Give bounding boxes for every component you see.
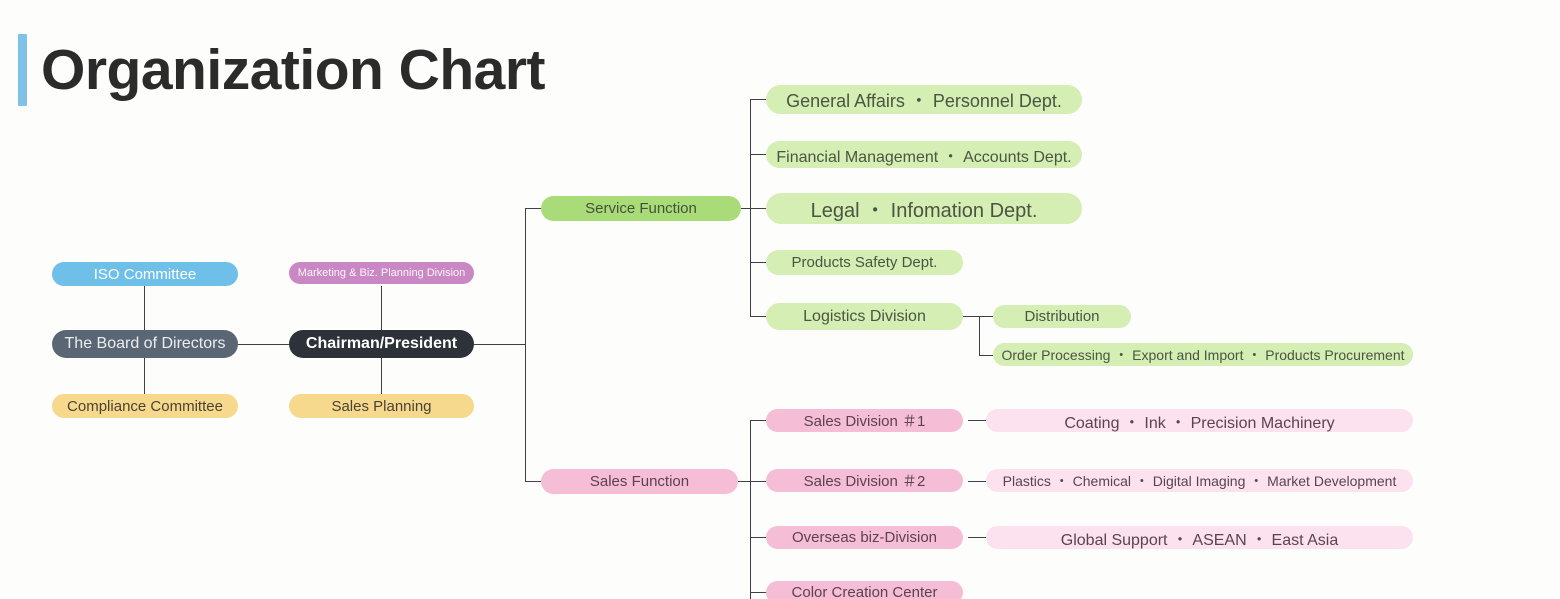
node-label: General Affairs ・ Personnel Dept.: [786, 90, 1062, 111]
node-logistics-division[interactable]: Logistics Division: [766, 303, 963, 330]
connector-marketing-to-chairman: [381, 286, 382, 330]
node-label: Legal ・ Infomation Dept.: [810, 200, 1038, 222]
node-overseas-biz-division-detail[interactable]: Global Support ・ ASEAN ・ East Asia: [986, 526, 1413, 549]
node-label: Sales Function: [589, 473, 690, 490]
node-label: Products Safety Dept.: [791, 254, 938, 271]
node-label: Distribution: [1024, 308, 1100, 325]
node-label: Financial Management ・ Accounts Dept.: [776, 148, 1072, 166]
node-label: Color Creation Center: [791, 584, 938, 599]
node-sales-division-1[interactable]: Sales Division ＃1: [766, 409, 963, 432]
connector-sales-child-4: [750, 592, 766, 593]
node-products-safety-dept[interactable]: Products Safety Dept.: [766, 250, 963, 275]
connector-service-child-5: [750, 316, 766, 317]
node-general-affairs-personnel-dept[interactable]: General Affairs ・ Personnel Dept.: [766, 85, 1082, 114]
node-sales-function[interactable]: Sales Function: [541, 469, 738, 494]
connector-service-to-spine: [741, 208, 750, 209]
connector-main-spine: [525, 208, 526, 482]
node-sales-planning[interactable]: Sales Planning: [289, 394, 474, 418]
node-label: Coating ・ Ink ・ Precision Machinery: [1064, 414, 1335, 432]
connector-board-to-chairman: [236, 344, 292, 345]
title-accent-bar: [18, 34, 27, 106]
connector-sales-division-1-detail: [968, 420, 986, 421]
node-label: ISO Committee: [93, 265, 197, 283]
connector-logistics-children-spine: [979, 316, 980, 355]
node-distribution[interactable]: Distribution: [993, 305, 1131, 328]
node-sales-division-2[interactable]: Sales Division ＃2: [766, 469, 963, 492]
node-label: Compliance Committee: [67, 397, 223, 415]
node-iso-committee[interactable]: ISO Committee: [52, 262, 238, 286]
node-legal-infomation-dept[interactable]: Legal ・ Infomation Dept.: [766, 193, 1082, 224]
connector-service-child-4: [750, 262, 766, 263]
connector-sales-children-spine: [750, 420, 751, 599]
node-sales-division-2-detail[interactable]: Plastics ・ Chemical ・ Digital Imaging ・ …: [986, 469, 1413, 492]
node-service-function[interactable]: Service Function: [541, 196, 741, 221]
node-color-creation-center[interactable]: Color Creation Center: [766, 581, 963, 599]
node-label: Sales Planning: [331, 397, 432, 415]
node-label: Plastics ・ Chemical ・ Digital Imaging ・ …: [1002, 472, 1397, 489]
connector-service-child-2: [750, 154, 766, 155]
node-chairman-president[interactable]: Chairman/President: [289, 330, 474, 358]
connector-sales-child-2: [750, 481, 766, 482]
connector-logistics-child-2: [979, 355, 993, 356]
node-label: Logistics Division: [803, 307, 926, 325]
node-label: Global Support ・ ASEAN ・ East Asia: [1060, 531, 1339, 549]
node-overseas-biz-division[interactable]: Overseas biz-Division: [766, 526, 963, 549]
connector-sales-child-3: [750, 537, 766, 538]
page-title: Organization Chart: [41, 37, 546, 102]
node-label: Service Function: [585, 200, 697, 217]
node-label: The Board of Directors: [64, 335, 226, 352]
connector-sales-child-1: [750, 420, 766, 421]
node-order-processing-export-import-products-procurement[interactable]: Order Processing ・ Export and Import ・ P…: [993, 343, 1413, 366]
connector-service-child-3: [750, 208, 766, 209]
node-label: Sales Division ＃1: [803, 413, 926, 430]
node-label: Chairman/President: [305, 335, 458, 352]
connector-service-child-1: [750, 99, 766, 100]
connector-sales-to-spine: [738, 481, 750, 482]
connector-logistics-to-spine: [963, 316, 979, 317]
node-financial-management-accounts-dept[interactable]: Financial Management ・ Accounts Dept.: [766, 141, 1082, 168]
page-header: Organization Chart: [18, 34, 546, 106]
connector-overseas-biz-division-detail: [968, 537, 986, 538]
node-label: Marketing & Biz. Planning Division: [297, 267, 466, 279]
org-chart-canvas: Organization Chart ISO Committee The Boa…: [0, 0, 1560, 599]
node-compliance-committee[interactable]: Compliance Committee: [52, 394, 238, 418]
node-marketing-biz-planning-division[interactable]: Marketing & Biz. Planning Division: [289, 262, 474, 284]
connector-sales-division-2-detail: [968, 481, 986, 482]
node-label: Sales Division ＃2: [803, 473, 926, 490]
node-sales-division-1-detail[interactable]: Coating ・ Ink ・ Precision Machinery: [986, 409, 1413, 432]
node-board-of-directors[interactable]: The Board of Directors: [52, 330, 238, 358]
connector-iso-to-board: [144, 286, 145, 330]
node-label: Order Processing ・ Export and Import ・ P…: [1001, 346, 1405, 363]
connector-chairman-trunk: [474, 344, 526, 345]
connector-logistics-child-1: [979, 316, 993, 317]
node-label: Overseas biz-Division: [791, 529, 938, 546]
